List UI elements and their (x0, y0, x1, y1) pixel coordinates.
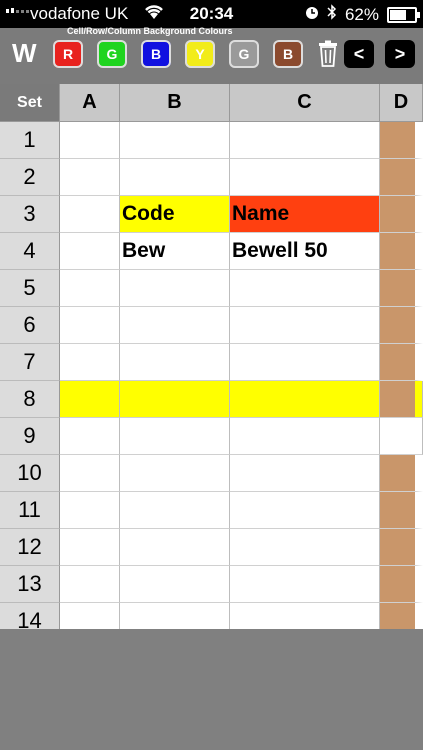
cell-d3[interactable] (380, 196, 423, 233)
cell-c5[interactable] (230, 270, 380, 307)
row-header-7[interactable]: 7 (0, 344, 60, 381)
cell-c10[interactable] (230, 455, 380, 492)
cell-d1[interactable] (380, 122, 423, 159)
cell-d7[interactable] (380, 344, 423, 381)
trash-icon[interactable] (316, 40, 340, 68)
set-button[interactable]: Set (0, 84, 60, 122)
cell-d8-band (380, 381, 415, 417)
row-header-5[interactable]: 5 (0, 270, 60, 307)
column-header-c[interactable]: C (230, 84, 380, 122)
cell-b10[interactable] (120, 455, 230, 492)
cell-d12[interactable] (380, 529, 423, 566)
w-button[interactable]: W (12, 38, 37, 69)
cell-b5[interactable] (120, 270, 230, 307)
cell-a1[interactable] (60, 122, 120, 159)
cell-c4[interactable]: Bewell 50 (230, 233, 380, 270)
cell-d11[interactable] (380, 492, 423, 529)
cell-d2[interactable] (380, 159, 423, 196)
row-header-9[interactable]: 9 (0, 418, 60, 455)
cell-a13[interactable] (60, 566, 120, 603)
column-header-d[interactable]: D (380, 84, 423, 122)
cell-a14[interactable] (60, 603, 120, 629)
cell-b8[interactable] (120, 381, 230, 418)
cell-c12[interactable] (230, 529, 380, 566)
row-header-2[interactable]: 2 (0, 159, 60, 196)
cell-a8[interactable] (60, 381, 120, 418)
cell-c7[interactable] (230, 344, 380, 381)
cell-c2[interactable] (230, 159, 380, 196)
cell-a9[interactable] (60, 418, 120, 455)
row-header-6[interactable]: 6 (0, 307, 60, 344)
cell-c11[interactable] (230, 492, 380, 529)
row-header-10[interactable]: 10 (0, 455, 60, 492)
cell-b4[interactable]: Bew (120, 233, 230, 270)
row-header-3[interactable]: 3 (0, 196, 60, 233)
toolbar: W Cell/Row/Column Background Colours RGB… (0, 26, 423, 84)
next-button[interactable]: > (385, 40, 415, 68)
cell-c8[interactable] (230, 381, 380, 418)
cell-d9[interactable] (380, 418, 423, 455)
status-right: 62% (305, 4, 420, 25)
cell-c3[interactable]: Name (230, 196, 380, 233)
cell-b7[interactable] (120, 344, 230, 381)
cell-d8[interactable] (380, 381, 423, 418)
cell-a5[interactable] (60, 270, 120, 307)
cell-a12[interactable] (60, 529, 120, 566)
cell-c9[interactable] (230, 418, 380, 455)
cell-d4[interactable] (380, 233, 423, 270)
color-button-3[interactable]: Y (185, 40, 215, 68)
cell-b11[interactable] (120, 492, 230, 529)
cell-a6[interactable] (60, 307, 120, 344)
cell-b9[interactable] (120, 418, 230, 455)
column-header-b[interactable]: B (120, 84, 230, 122)
cell-c14[interactable] (230, 603, 380, 629)
cell-b12[interactable] (120, 529, 230, 566)
cell-a4[interactable] (60, 233, 120, 270)
cell-d13[interactable] (380, 566, 423, 603)
color-button-5[interactable]: B (273, 40, 303, 68)
cell-d10[interactable] (380, 455, 423, 492)
cell-c13[interactable] (230, 566, 380, 603)
column-header-a[interactable]: A (60, 84, 120, 122)
status-bar: vodafone UK 20:34 62% (0, 0, 423, 28)
empty-area (0, 629, 423, 750)
row-header-13[interactable]: 13 (0, 566, 60, 603)
cell-d14[interactable] (380, 603, 423, 629)
cell-a2[interactable] (60, 159, 120, 196)
cell-c6[interactable] (230, 307, 380, 344)
cell-d6[interactable] (380, 307, 423, 344)
row-header-1[interactable]: 1 (0, 122, 60, 159)
bluetooth-icon (327, 4, 337, 25)
battery-percent: 62% (344, 4, 379, 24)
cell-a11[interactable] (60, 492, 120, 529)
cell-a10[interactable] (60, 455, 120, 492)
cell-b6[interactable] (120, 307, 230, 344)
previous-button[interactable]: < (344, 40, 374, 68)
cell-a3[interactable] (60, 196, 120, 233)
cell-c1[interactable] (230, 122, 380, 159)
cell-b2[interactable] (120, 159, 230, 196)
cell-b3[interactable]: Code (120, 196, 230, 233)
alarm-clock-icon (305, 5, 319, 25)
row-header-8[interactable]: 8 (0, 381, 60, 418)
color-button-2[interactable]: B (141, 40, 171, 68)
row-header-14[interactable]: 14 (0, 603, 60, 629)
color-button-0[interactable]: R (53, 40, 83, 68)
spreadsheet-grid: Set A B C D 1 2 3 Code Name 4 Bew Bewell 50 5 6 7 8 9 10 11… (0, 84, 423, 629)
row-header-11[interactable]: 11 (0, 492, 60, 529)
color-button-1[interactable]: G (97, 40, 127, 68)
color-button-4[interactable]: G (229, 40, 259, 68)
toolbar-caption: Cell/Row/Column Background Colours (67, 26, 233, 36)
battery-icon (387, 6, 420, 23)
cell-b14[interactable] (120, 603, 230, 629)
row-header-4[interactable]: 4 (0, 233, 60, 270)
cell-b13[interactable] (120, 566, 230, 603)
row-header-12[interactable]: 12 (0, 529, 60, 566)
cell-a7[interactable] (60, 344, 120, 381)
cell-b1[interactable] (120, 122, 230, 159)
cell-d5[interactable] (380, 270, 423, 307)
